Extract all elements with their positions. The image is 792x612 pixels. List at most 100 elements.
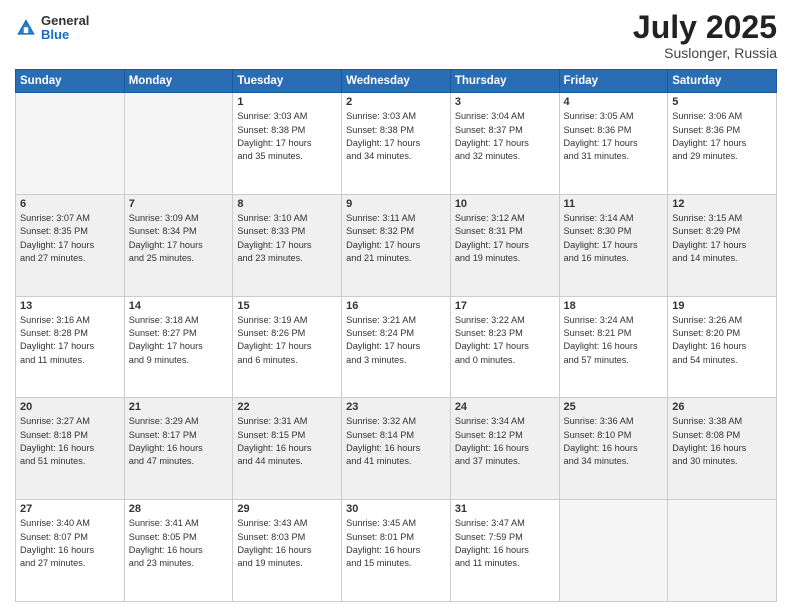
day-info: Sunrise: 3:11 AM Sunset: 8:32 PM Dayligh… <box>346 212 446 265</box>
day-info: Sunrise: 3:31 AM Sunset: 8:15 PM Dayligh… <box>237 415 337 468</box>
day-number: 28 <box>129 503 229 515</box>
day-number: 15 <box>237 300 337 312</box>
day-number: 12 <box>672 198 772 210</box>
calendar-cell: 12 Sunrise: 3:15 AM Sunset: 8:29 PM Dayli… <box>668 194 777 296</box>
calendar-cell: 21 Sunrise: 3:29 AM Sunset: 8:17 PM Dayli… <box>124 398 233 500</box>
day-info: Sunrise: 3:47 AM Sunset: 7:59 PM Dayligh… <box>455 517 555 570</box>
calendar-week-row: 27Sunrise: 3:40 AM Sunset: 8:07 PM Dayli… <box>16 500 777 602</box>
day-info: Sunrise: 3:26 AM Sunset: 8:20 PM Dayligh… <box>672 314 772 367</box>
day-number: 2 <box>346 96 446 108</box>
title-location: Suslonger, Russia <box>633 45 777 61</box>
day-number: 3 <box>455 96 555 108</box>
day-info: Sunrise: 3:29 AM Sunset: 8:17 PM Dayligh… <box>129 415 229 468</box>
day-number: 14 <box>129 300 229 312</box>
weekday-header: Thursday <box>450 70 559 93</box>
day-info: Sunrise: 3:12 AM Sunset: 8:31 PM Dayligh… <box>455 212 555 265</box>
calendar-cell: 24 Sunrise: 3:34 AM Sunset: 8:12 PM Dayli… <box>450 398 559 500</box>
day-info: Sunrise: 3:04 AM Sunset: 8:37 PM Dayligh… <box>455 110 555 163</box>
day-number: 21 <box>129 401 229 413</box>
calendar-cell: 30Sunrise: 3:45 AM Sunset: 8:01 PM Dayli… <box>342 500 451 602</box>
day-number: 10 <box>455 198 555 210</box>
header: General Blue July 2025 Suslonger, Russia <box>15 10 777 61</box>
day-number: 25 <box>564 401 664 413</box>
calendar-cell <box>668 500 777 602</box>
day-info: Sunrise: 3:03 AM Sunset: 8:38 PM Dayligh… <box>237 110 337 163</box>
calendar-cell: 11 Sunrise: 3:14 AM Sunset: 8:30 PM Dayli… <box>559 194 668 296</box>
day-info: Sunrise: 3:41 AM Sunset: 8:05 PM Dayligh… <box>129 517 229 570</box>
day-number: 11 <box>564 198 664 210</box>
calendar-cell: 29 Sunrise: 3:43 AM Sunset: 8:03 PM Dayli… <box>233 500 342 602</box>
day-info: Sunrise: 3:43 AM Sunset: 8:03 PM Dayligh… <box>237 517 337 570</box>
day-number: 5 <box>672 96 772 108</box>
logo-general: General <box>41 14 89 28</box>
calendar-cell: 7 Sunrise: 3:09 AM Sunset: 8:34 PM Daylig… <box>124 194 233 296</box>
day-info: Sunrise: 3:09 AM Sunset: 8:34 PM Dayligh… <box>129 212 229 265</box>
day-number: 23 <box>346 401 446 413</box>
logo-blue: Blue <box>41 28 89 42</box>
weekday-header: Monday <box>124 70 233 93</box>
calendar-cell <box>16 93 125 195</box>
calendar-cell: 18 Sunrise: 3:24 AM Sunset: 8:21 PM Dayli… <box>559 296 668 398</box>
weekday-header: Sunday <box>16 70 125 93</box>
day-number: 24 <box>455 401 555 413</box>
day-number: 18 <box>564 300 664 312</box>
day-info: Sunrise: 3:27 AM Sunset: 8:18 PM Dayligh… <box>20 415 120 468</box>
logo-text: General Blue <box>41 14 89 43</box>
calendar-week-row: 6 Sunrise: 3:07 AM Sunset: 8:35 PM Daylig… <box>16 194 777 296</box>
day-number: 30 <box>346 503 446 515</box>
day-number: 13 <box>20 300 120 312</box>
day-info: Sunrise: 3:14 AM Sunset: 8:30 PM Dayligh… <box>564 212 664 265</box>
day-info: Sunrise: 3:38 AM Sunset: 8:08 PM Dayligh… <box>672 415 772 468</box>
day-number: 6 <box>20 198 120 210</box>
weekday-header: Friday <box>559 70 668 93</box>
calendar-cell: 10 Sunrise: 3:12 AM Sunset: 8:31 PM Dayli… <box>450 194 559 296</box>
calendar-cell: 5 Sunrise: 3:06 AM Sunset: 8:36 PM Daylig… <box>668 93 777 195</box>
calendar-cell: 26Sunrise: 3:38 AM Sunset: 8:08 PM Dayli… <box>668 398 777 500</box>
day-number: 7 <box>129 198 229 210</box>
calendar-header-row: SundayMondayTuesdayWednesdayThursdayFrid… <box>16 70 777 93</box>
day-number: 17 <box>455 300 555 312</box>
day-info: Sunrise: 3:15 AM Sunset: 8:29 PM Dayligh… <box>672 212 772 265</box>
weekday-header: Saturday <box>668 70 777 93</box>
calendar-cell: 19 Sunrise: 3:26 AM Sunset: 8:20 PM Dayli… <box>668 296 777 398</box>
day-number: 31 <box>455 503 555 515</box>
day-info: Sunrise: 3:24 AM Sunset: 8:21 PM Dayligh… <box>564 314 664 367</box>
day-number: 19 <box>672 300 772 312</box>
day-number: 4 <box>564 96 664 108</box>
calendar-cell <box>124 93 233 195</box>
day-info: Sunrise: 3:36 AM Sunset: 8:10 PM Dayligh… <box>564 415 664 468</box>
calendar-cell: 23 Sunrise: 3:32 AM Sunset: 8:14 PM Dayli… <box>342 398 451 500</box>
calendar-cell: 2Sunrise: 3:03 AM Sunset: 8:38 PM Daylig… <box>342 93 451 195</box>
day-number: 29 <box>237 503 337 515</box>
day-number: 8 <box>237 198 337 210</box>
day-info: Sunrise: 3:06 AM Sunset: 8:36 PM Dayligh… <box>672 110 772 163</box>
calendar-cell: 15Sunrise: 3:19 AM Sunset: 8:26 PM Dayli… <box>233 296 342 398</box>
day-info: Sunrise: 3:40 AM Sunset: 8:07 PM Dayligh… <box>20 517 120 570</box>
day-info: Sunrise: 3:16 AM Sunset: 8:28 PM Dayligh… <box>20 314 120 367</box>
day-number: 20 <box>20 401 120 413</box>
calendar-cell: 13 Sunrise: 3:16 AM Sunset: 8:28 PM Dayli… <box>16 296 125 398</box>
day-info: Sunrise: 3:10 AM Sunset: 8:33 PM Dayligh… <box>237 212 337 265</box>
calendar-week-row: 1Sunrise: 3:03 AM Sunset: 8:38 PM Daylig… <box>16 93 777 195</box>
calendar-cell: 31 Sunrise: 3:47 AM Sunset: 7:59 PM Dayli… <box>450 500 559 602</box>
calendar-cell: 17Sunrise: 3:22 AM Sunset: 8:23 PM Dayli… <box>450 296 559 398</box>
calendar-cell: 25 Sunrise: 3:36 AM Sunset: 8:10 PM Dayli… <box>559 398 668 500</box>
day-info: Sunrise: 3:32 AM Sunset: 8:14 PM Dayligh… <box>346 415 446 468</box>
day-info: Sunrise: 3:21 AM Sunset: 8:24 PM Dayligh… <box>346 314 446 367</box>
calendar-cell: 8 Sunrise: 3:10 AM Sunset: 8:33 PM Daylig… <box>233 194 342 296</box>
calendar-cell: 6 Sunrise: 3:07 AM Sunset: 8:35 PM Daylig… <box>16 194 125 296</box>
weekday-header: Wednesday <box>342 70 451 93</box>
calendar-cell: 22Sunrise: 3:31 AM Sunset: 8:15 PM Dayli… <box>233 398 342 500</box>
day-info: Sunrise: 3:34 AM Sunset: 8:12 PM Dayligh… <box>455 415 555 468</box>
page: General Blue July 2025 Suslonger, Russia… <box>0 0 792 612</box>
calendar-week-row: 13 Sunrise: 3:16 AM Sunset: 8:28 PM Dayli… <box>16 296 777 398</box>
calendar-cell: 1Sunrise: 3:03 AM Sunset: 8:38 PM Daylig… <box>233 93 342 195</box>
calendar-cell: 16 Sunrise: 3:21 AM Sunset: 8:24 PM Dayli… <box>342 296 451 398</box>
calendar-cell: 3 Sunrise: 3:04 AM Sunset: 8:37 PM Daylig… <box>450 93 559 195</box>
calendar-cell: 14Sunrise: 3:18 AM Sunset: 8:27 PM Dayli… <box>124 296 233 398</box>
day-number: 16 <box>346 300 446 312</box>
calendar-cell: 27Sunrise: 3:40 AM Sunset: 8:07 PM Dayli… <box>16 500 125 602</box>
calendar-cell: 20 Sunrise: 3:27 AM Sunset: 8:18 PM Dayli… <box>16 398 125 500</box>
day-info: Sunrise: 3:07 AM Sunset: 8:35 PM Dayligh… <box>20 212 120 265</box>
calendar-cell: 9Sunrise: 3:11 AM Sunset: 8:32 PM Daylig… <box>342 194 451 296</box>
